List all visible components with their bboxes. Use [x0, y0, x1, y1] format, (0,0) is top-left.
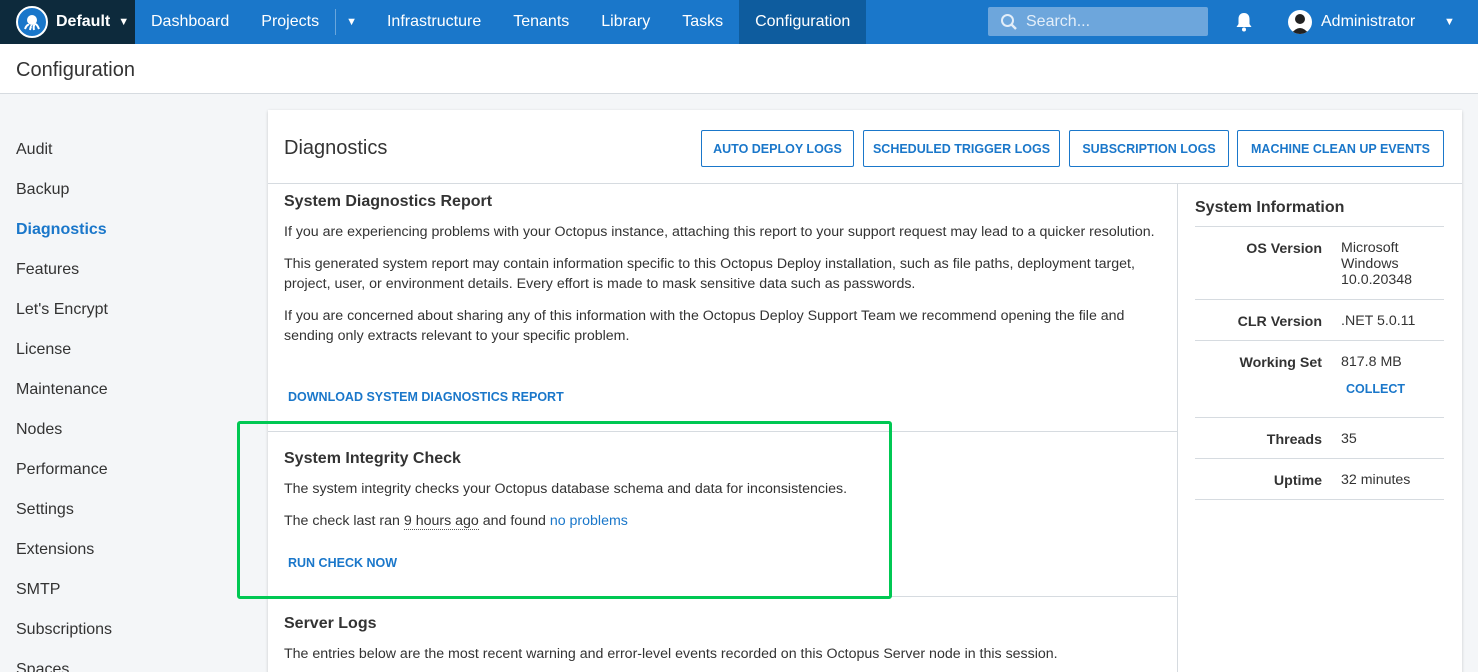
uptime-label: Uptime — [1273, 473, 1322, 489]
report-paragraph: If you are concerned about sharing any o… — [284, 308, 1125, 344]
system-diagnostics-report-section: System Diagnostics Report If you are exp… — [268, 193, 1178, 346]
page-title: Configuration — [16, 59, 135, 81]
sidebar: Audit Backup Diagnostics Features Let's … — [0, 130, 250, 672]
working-set-label: Working Set — [1239, 355, 1322, 371]
os-version-value: Microsoft Windows 10.0.20348 — [1341, 240, 1413, 288]
threads-value: 35 — [1341, 431, 1357, 447]
card-title: Diagnostics — [284, 137, 388, 159]
sidebar-item-nodes[interactable]: Nodes — [0, 410, 250, 450]
sidebar-item-maintenance[interactable]: Maintenance — [0, 370, 250, 410]
info-divider — [1195, 458, 1444, 459]
top-navigation: Default ▼ Dashboard Projects ▼ Infrastru… — [0, 0, 1478, 44]
chevron-down-icon: ▼ — [1444, 16, 1455, 28]
sidebar-item-settings[interactable]: Settings — [0, 490, 250, 530]
user-avatar-icon — [1288, 10, 1312, 34]
nav-tenants[interactable]: Tenants — [497, 0, 585, 44]
octopus-logo-icon — [16, 6, 48, 38]
info-divider — [1195, 340, 1444, 341]
user-name: Administrator — [1321, 13, 1416, 30]
machine-clean-up-events-button[interactable]: MACHINE CLEAN UP EVENTS — [1237, 130, 1444, 167]
space-name: Default — [56, 13, 111, 30]
server-logs-section: Server Logs The entries below are the mo… — [268, 615, 1178, 664]
scheduled-trigger-logs-button[interactable]: SCHEDULED TRIGGER LOGS — [863, 130, 1060, 167]
sidebar-item-backup[interactable]: Backup — [0, 170, 250, 210]
nav-projects[interactable]: Projects — [245, 0, 335, 44]
sidebar-item-performance[interactable]: Performance — [0, 450, 250, 490]
sidebar-item-smtp[interactable]: SMTP — [0, 570, 250, 610]
uptime-value: 32 minutes — [1341, 472, 1411, 488]
auto-deploy-logs-button[interactable]: AUTO DEPLOY LOGS — [701, 130, 854, 167]
server-logs-description: The entries below are the most recent wa… — [284, 646, 1058, 662]
sidebar-item-license[interactable]: License — [0, 330, 250, 370]
nav-configuration[interactable]: Configuration — [739, 0, 867, 44]
search-input[interactable]: Search... — [988, 7, 1208, 36]
os-version-label: OS Version — [1246, 241, 1322, 257]
sidebar-item-spaces[interactable]: Spaces — [0, 650, 250, 672]
page-header: Configuration — [0, 44, 1478, 94]
search-icon — [1001, 13, 1017, 30]
sidebar-item-audit[interactable]: Audit — [0, 130, 250, 170]
subscription-logs-button[interactable]: SUBSCRIPTION LOGS — [1069, 130, 1229, 167]
projects-menu-chevron-down-icon[interactable]: ▼ — [336, 0, 371, 44]
integrity-check-highlight — [237, 421, 892, 599]
bell-icon[interactable] — [1234, 11, 1254, 38]
collect-button[interactable]: COLLECT — [1346, 382, 1405, 396]
clr-version-label: CLR Version — [1237, 314, 1322, 330]
download-report-button[interactable]: DOWNLOAD SYSTEM DIAGNOSTICS REPORT — [288, 390, 564, 404]
info-divider — [1195, 226, 1444, 227]
space-switcher[interactable]: Default ▼ — [0, 0, 135, 44]
clr-version-value: .NET 5.0.11 — [1341, 313, 1416, 329]
card-header: Diagnostics AUTO DEPLOY LOGS SCHEDULED T… — [268, 110, 1462, 184]
nav-library[interactable]: Library — [585, 0, 666, 44]
nav-tasks[interactable]: Tasks — [666, 0, 739, 44]
sidebar-item-extensions[interactable]: Extensions — [0, 530, 250, 570]
nav-infrastructure[interactable]: Infrastructure — [371, 0, 497, 44]
working-set-value: 817.8 MB — [1341, 354, 1402, 370]
system-information-title: System Information — [1195, 199, 1345, 216]
report-paragraph: This generated system report may contain… — [284, 256, 1135, 292]
info-divider — [1195, 417, 1444, 418]
user-menu[interactable]: Administrator ▼ — [1288, 0, 1455, 44]
sidebar-item-features[interactable]: Features — [0, 250, 250, 290]
report-paragraph: If you are experiencing problems with yo… — [284, 224, 1155, 240]
nav-dashboard[interactable]: Dashboard — [135, 0, 245, 44]
section-title: Server Logs — [284, 615, 377, 632]
chevron-down-icon: ▼ — [118, 16, 130, 28]
sidebar-item-lets-encrypt[interactable]: Let's Encrypt — [0, 290, 250, 330]
search-placeholder: Search... — [1026, 12, 1091, 30]
section-title: System Diagnostics Report — [284, 193, 493, 210]
sidebar-item-subscriptions[interactable]: Subscriptions — [0, 610, 250, 650]
sidebar-item-diagnostics[interactable]: Diagnostics — [0, 210, 250, 250]
threads-label: Threads — [1266, 432, 1322, 448]
info-divider — [1195, 499, 1444, 500]
info-divider — [1195, 299, 1444, 300]
